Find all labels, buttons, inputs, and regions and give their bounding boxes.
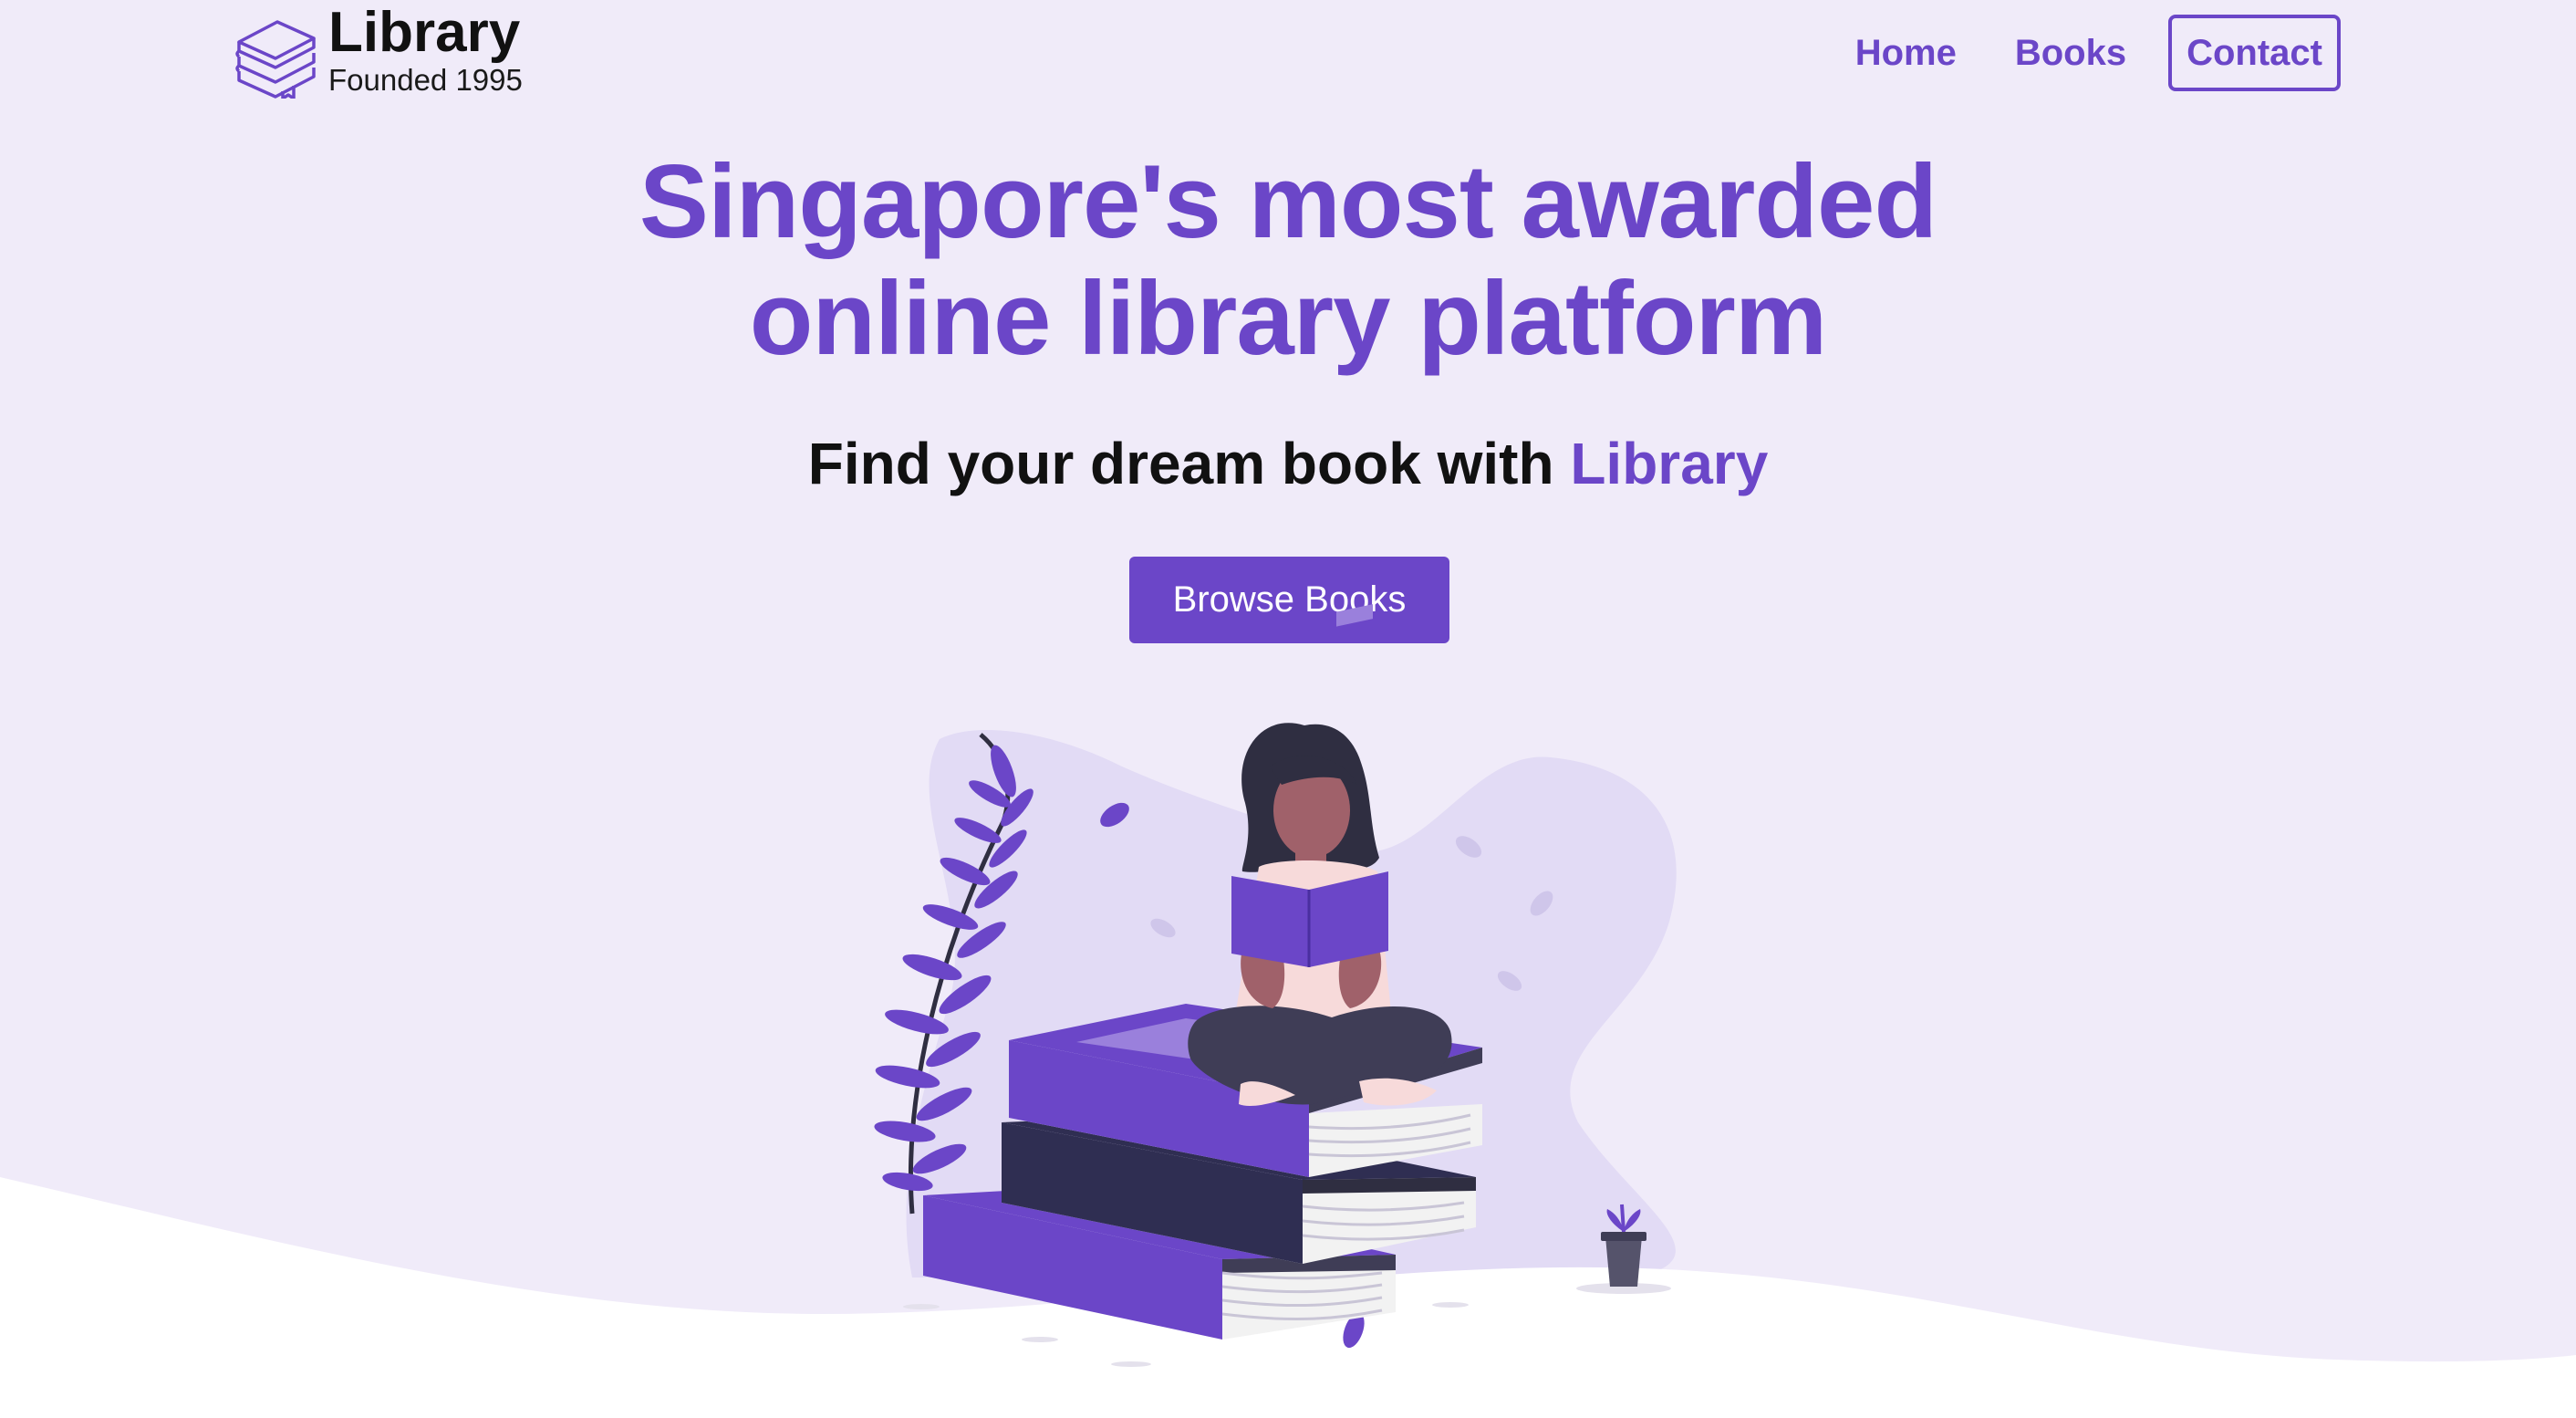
landing-page: Library Founded 1995 Home Books Contact …: [0, 0, 2576, 1418]
reading-woman: [1188, 604, 1452, 1106]
nav-books-link[interactable]: Books: [2015, 31, 2126, 75]
hero-title: Singapore's most awarded online library …: [0, 144, 2576, 378]
hero-subtitle-prefix: Find your dream book with: [807, 431, 1554, 496]
ground-shadows: [903, 1283, 1671, 1367]
falling-leaves: [1100, 802, 1553, 1349]
ground-wave: [0, 1177, 2576, 1418]
logo-title: Library: [328, 1, 521, 64]
stacked-books-icon: [235, 20, 316, 99]
fern-plant: [874, 733, 1034, 1215]
logo-subtitle: Founded 1995: [328, 63, 523, 97]
browse-books-button[interactable]: Browse Books: [1129, 557, 1449, 643]
background-blob: [906, 730, 1677, 1277]
logo[interactable]: Library Founded 1995: [235, 4, 523, 99]
book-stack: [923, 1004, 1482, 1340]
hero-subtitle-brand: Library: [1570, 431, 1769, 496]
nav-contact-button[interactable]: Contact: [2168, 15, 2341, 91]
hero-subtitle: Find your dream book with Library: [0, 427, 2576, 500]
potted-plant: [1601, 1204, 1646, 1287]
hero-title-line2: online library platform: [749, 261, 1828, 377]
hero-title-line1: Singapore's most awarded: [639, 144, 1937, 260]
main-nav: Home Books Contact: [1855, 15, 2341, 91]
nav-home-link[interactable]: Home: [1855, 31, 1957, 75]
